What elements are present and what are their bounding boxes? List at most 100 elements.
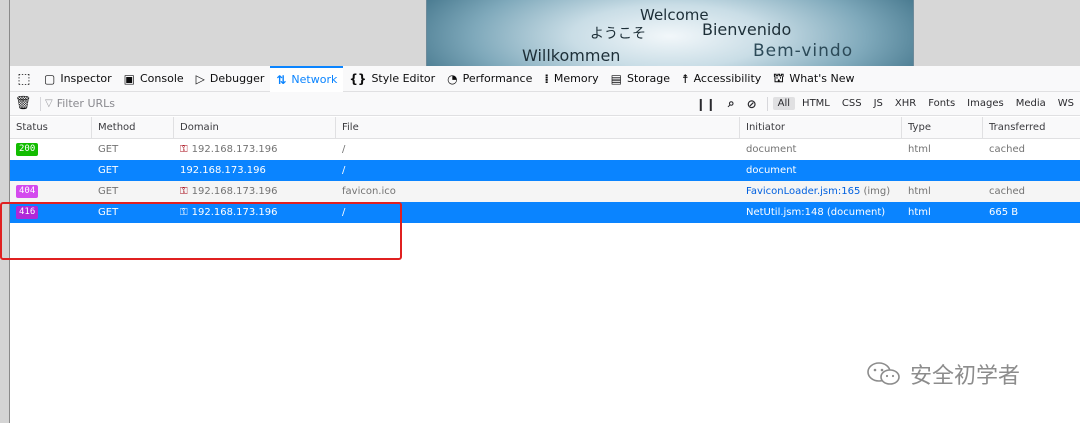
tab-label: Performance	[462, 72, 533, 85]
block-icon[interactable]: ⊘	[741, 97, 763, 111]
tab-label: Memory	[553, 72, 599, 85]
network-toolbar: 🗑 ▽ Filter URLs ❙❙ ⌕ ⊘ All HTML CSS JS X…	[10, 92, 1080, 116]
greeting-youkoso: ようこそ	[590, 26, 646, 42]
type-cell: html	[908, 144, 931, 155]
tab-label: Network	[291, 73, 338, 86]
requests-table-header: Status Method Domain File Initiator Type…	[10, 117, 1080, 139]
filter-xhr-button[interactable]: XHR	[890, 97, 921, 110]
table-row[interactable]: GET 192.168.173.196 / document	[10, 160, 1080, 181]
type-cell: html	[908, 207, 931, 218]
tab-storage[interactable]: ▤ Storage	[605, 66, 676, 92]
insecure-lock-icon: ⚿	[180, 144, 188, 155]
tab-console[interactable]: ▣ Console	[118, 66, 190, 92]
storage-icon: ▤	[610, 71, 622, 86]
transferred-cell: cached	[989, 144, 1025, 155]
filter-media-button[interactable]: Media	[1011, 97, 1051, 110]
transferred-cell: cached	[989, 186, 1025, 197]
column-file[interactable]: File	[336, 117, 740, 138]
domain-cell: 192.168.173.196	[180, 165, 266, 176]
watermark: 安全初学者	[866, 358, 1020, 390]
tab-inspector[interactable]: ▢ Inspector	[38, 66, 118, 92]
greeting-bienvenido: Bienvenido	[702, 20, 792, 39]
table-row[interactable]: 404 GET ⚿ 192.168.173.196 favicon.ico Fa…	[10, 181, 1080, 202]
column-type[interactable]: Type	[902, 117, 983, 138]
filter-images-button[interactable]: Images	[962, 97, 1009, 110]
tab-network[interactable]: ⇅ Network	[270, 65, 344, 92]
tab-label: Style Editor	[371, 72, 436, 85]
filter-all-button[interactable]: All	[772, 97, 796, 110]
welcome-banner: Welcome ようこそ Bienvenido Willkommen Bem-v…	[426, 0, 914, 66]
file-cell: /	[342, 144, 346, 155]
initiator-link[interactable]: FaviconLoader.jsm:165	[746, 186, 860, 197]
tab-accessibility[interactable]: ☨ Accessibility	[676, 66, 767, 92]
greeting-welcome: Welcome	[640, 6, 709, 24]
type-cell	[902, 160, 983, 181]
network-icon: ⇅	[276, 72, 287, 87]
divider	[766, 96, 768, 111]
domain-cell: ⚿ 192.168.173.196	[174, 139, 336, 160]
status-badge: 404	[16, 185, 39, 198]
table-row[interactable]: 200 GET ⚿ 192.168.173.196 / document htm…	[10, 139, 1080, 160]
tab-label: Console	[140, 72, 184, 85]
filter-fonts-button[interactable]: Fonts	[923, 97, 960, 110]
whats-new-icon: ⛫	[773, 70, 785, 85]
watermark-text: 安全初学者	[910, 364, 1021, 389]
status-cell: 404	[10, 181, 92, 202]
method-cell: GET	[98, 186, 119, 197]
element-picker-icon: ⬚	[17, 70, 31, 87]
tab-label: Inspector	[60, 72, 112, 85]
tab-label: Accessibility	[693, 72, 762, 85]
search-icon[interactable]: ⌕	[722, 96, 741, 111]
column-initiator[interactable]: Initiator	[740, 117, 902, 138]
domain-cell: ⚿ 192.168.173.196	[174, 181, 336, 202]
tab-memory[interactable]: ⁞ Memory	[538, 66, 604, 92]
red-highlight-box	[0, 202, 402, 260]
tab-label: What's New	[789, 72, 855, 85]
tab-debugger[interactable]: ▷ Debugger	[190, 66, 271, 92]
file-cell: favicon.ico	[342, 186, 396, 197]
accessibility-icon: ☨	[682, 71, 689, 86]
tab-label: Storage	[627, 72, 671, 85]
insecure-lock-icon: ⚿	[180, 186, 188, 197]
funnel-icon: ▽	[45, 98, 53, 109]
devtools-tabbar: ⬚ ▢ Inspector ▣ Console ▷ Debugger ⇅ Net…	[10, 65, 1080, 92]
filter-html-button[interactable]: HTML	[797, 97, 835, 110]
column-domain[interactable]: Domain	[174, 117, 336, 138]
column-status[interactable]: Status	[10, 117, 92, 138]
console-icon: ▣	[123, 71, 135, 86]
greeting-bemvindo: Bem-vindo	[753, 41, 854, 61]
status-badge: 200	[16, 143, 39, 156]
domain-text: 192.168.173.196	[191, 144, 278, 155]
filter-urls-input[interactable]: ▽ Filter URLs	[45, 97, 625, 110]
status-cell: 200	[10, 139, 92, 160]
performance-icon: ◔	[447, 71, 458, 86]
file-cell: /	[342, 165, 346, 176]
filter-js-button[interactable]: JS	[869, 97, 888, 110]
column-method[interactable]: Method	[92, 117, 174, 138]
column-transferred[interactable]: Transferred	[983, 117, 1080, 138]
greeting-willkommen: Willkommen	[522, 46, 621, 65]
pause-icon[interactable]: ❙❙	[690, 97, 722, 111]
memory-icon: ⁞	[544, 71, 549, 86]
tab-whats-new[interactable]: ⛫ What's New	[767, 66, 860, 92]
status-cell	[10, 160, 92, 181]
toolbar-right: ❙❙ ⌕ ⊘ All HTML CSS JS XHR Fonts Images …	[690, 96, 1080, 111]
style-editor-icon: {}	[349, 71, 367, 86]
filter-css-button[interactable]: CSS	[837, 97, 867, 110]
initiator-cell: document	[746, 144, 797, 155]
filter-placeholder: Filter URLs	[56, 97, 115, 110]
clear-trash-icon[interactable]: 🗑	[10, 96, 36, 111]
initiator-cell: document	[746, 165, 797, 176]
wechat-icon	[867, 362, 900, 385]
tab-style-editor[interactable]: {} Style Editor	[343, 66, 441, 92]
element-picker-button[interactable]: ⬚	[10, 66, 38, 92]
method-cell: GET	[98, 165, 119, 176]
tab-performance[interactable]: ◔ Performance	[441, 66, 538, 92]
transferred-cell	[983, 160, 1080, 181]
tab-label: Debugger	[209, 72, 265, 85]
initiator-suffix: (img)	[863, 186, 891, 197]
domain-text: 192.168.173.196	[191, 186, 278, 197]
initiator-cell: FaviconLoader.jsm:165 (img)	[740, 181, 902, 202]
debugger-icon: ▷	[195, 71, 205, 86]
filter-ws-button[interactable]: WS	[1053, 97, 1079, 110]
